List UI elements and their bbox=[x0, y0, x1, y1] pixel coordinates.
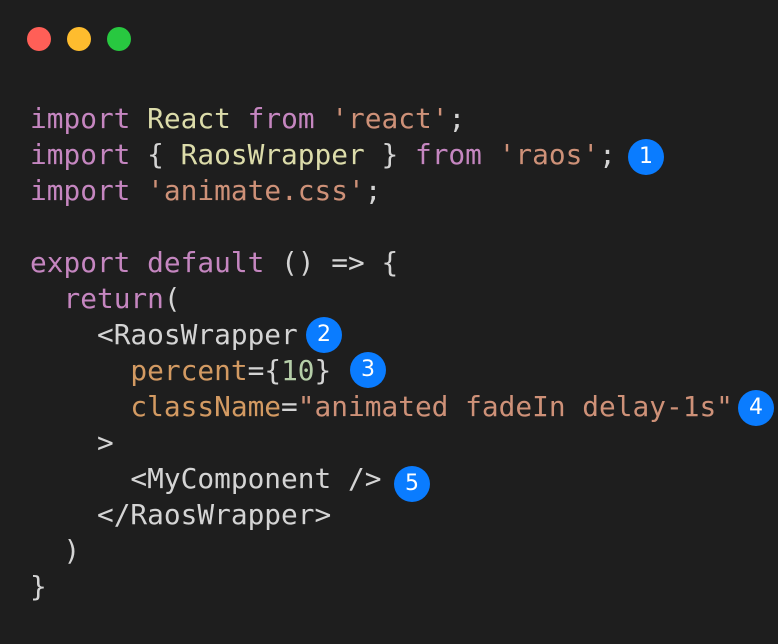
annotation-badge-2: 2 bbox=[306, 317, 342, 353]
code-token-punct: = bbox=[281, 390, 298, 423]
code-token-tag: </RaosWrapper> bbox=[96, 498, 332, 531]
code-token-punct bbox=[30, 354, 130, 387]
annotation-badge-5: 5 bbox=[394, 466, 430, 502]
code-token-keyword: export bbox=[30, 246, 131, 279]
code-token-attr: percent bbox=[130, 354, 248, 387]
code-token-keyword: import bbox=[30, 174, 131, 207]
code-token-punct bbox=[231, 102, 248, 135]
code-token-punct bbox=[30, 390, 130, 423]
code-block: import React from 'react'; import { RaosW… bbox=[30, 101, 733, 605]
code-token-tag: <MyComponent /> bbox=[130, 462, 382, 495]
code-token-punct: ; bbox=[364, 174, 382, 207]
code-token-punct: { bbox=[130, 138, 181, 171]
minimize-button[interactable] bbox=[67, 27, 91, 51]
code-token-keyword: from bbox=[247, 102, 315, 135]
code-token-punct bbox=[482, 138, 499, 171]
code-token-punct: () => { bbox=[264, 246, 399, 279]
code-line: > bbox=[30, 425, 733, 461]
code-line: import React from 'react'; bbox=[30, 101, 733, 137]
code-token-identifier: React bbox=[147, 102, 231, 135]
close-button[interactable] bbox=[27, 27, 51, 51]
code-token-punct: } bbox=[30, 570, 47, 603]
code-line: return( bbox=[30, 281, 733, 317]
code-token-string: "animated fadeIn delay-1s" bbox=[297, 390, 733, 423]
annotation-badge-4: 4 bbox=[738, 390, 774, 426]
code-token-punct bbox=[130, 246, 147, 279]
code-token-number: 10 bbox=[281, 354, 315, 387]
code-token-punct bbox=[30, 498, 97, 531]
code-token-keyword: import bbox=[30, 138, 131, 171]
code-token-punct bbox=[130, 102, 147, 135]
code-token-punct bbox=[30, 426, 97, 459]
code-token-punct: ) bbox=[30, 534, 81, 567]
zoom-button[interactable] bbox=[107, 27, 131, 51]
code-line: ) bbox=[30, 533, 733, 569]
code-token-punct: ={ bbox=[247, 354, 282, 387]
code-token-keyword: from bbox=[414, 138, 482, 171]
code-token-punct bbox=[130, 174, 147, 207]
code-token-punct: ; bbox=[448, 102, 466, 135]
code-token-tag: <RaosWrapper bbox=[96, 318, 298, 351]
code-token-punct bbox=[30, 282, 63, 315]
annotation-badge-1: 1 bbox=[628, 139, 664, 175]
code-token-keyword: default bbox=[147, 246, 265, 279]
code-token-keyword: return bbox=[63, 282, 164, 315]
code-line: <RaosWrapper bbox=[30, 317, 733, 353]
code-line: export default () => { bbox=[30, 245, 733, 281]
code-token-identifier: RaosWrapper bbox=[180, 138, 365, 171]
code-line: } bbox=[30, 569, 733, 605]
code-token-punct: } bbox=[364, 138, 415, 171]
code-line: import 'animate.css'; bbox=[30, 173, 733, 209]
code-token-string: 'raos' bbox=[498, 138, 600, 171]
code-token-punct: } bbox=[314, 354, 332, 387]
code-token-keyword: import bbox=[30, 102, 131, 135]
code-token-punct bbox=[30, 462, 130, 495]
code-token-attr: className bbox=[130, 390, 282, 423]
code-line: className="animated fadeIn delay-1s" bbox=[30, 389, 733, 425]
code-token-punct bbox=[30, 318, 97, 351]
code-line: <MyComponent /> bbox=[30, 461, 733, 497]
code-token-tag: > bbox=[96, 426, 114, 459]
code-token-punct: ; bbox=[599, 138, 616, 171]
code-token-string: 'animate.css' bbox=[147, 174, 365, 207]
code-line: </RaosWrapper> bbox=[30, 497, 733, 533]
code-token-punct bbox=[315, 102, 332, 135]
code-token-punct: ( bbox=[163, 282, 181, 315]
annotation-badge-3: 3 bbox=[350, 352, 386, 388]
code-token-string: 'react' bbox=[331, 102, 449, 135]
